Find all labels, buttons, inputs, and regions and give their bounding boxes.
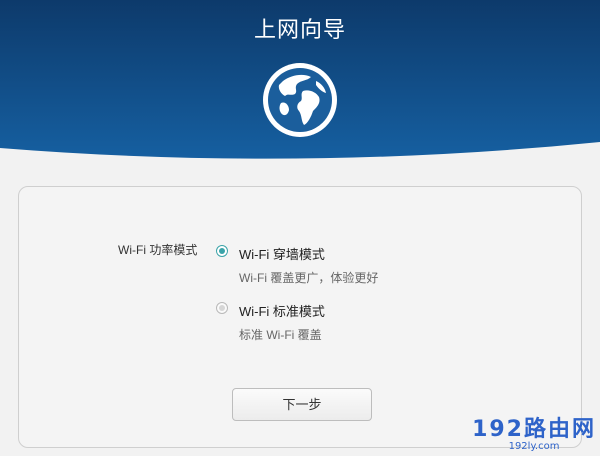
globe-icon [263,63,337,137]
power-mode-label: Wi-Fi 功率模式 [118,243,198,257]
option-wall-penetration-title[interactable]: Wi-Fi 穿墙模式 [239,244,325,263]
header-banner: 上网向导 [0,0,600,165]
option-wall-penetration-desc: Wi-Fi 覆盖更广，体验更好 [239,271,379,285]
header-curve [0,142,600,165]
watermark-main: 192路由网 [472,417,596,442]
wizard-card: Wi-Fi 功率模式 Wi-Fi 穿墙模式 Wi-Fi 覆盖更广，体验更好 Wi… [18,186,582,448]
watermark: 192路由网 192ly.com [472,411,596,452]
next-button[interactable]: 下一步 [232,388,372,421]
option-standard-title[interactable]: Wi-Fi 标准模式 [239,301,325,320]
page-title: 上网向导 [253,17,346,42]
radio-standard[interactable] [216,302,228,314]
option-standard-desc: 标准 Wi-Fi 覆盖 [239,328,322,342]
radio-wall-penetration[interactable] [216,245,228,257]
